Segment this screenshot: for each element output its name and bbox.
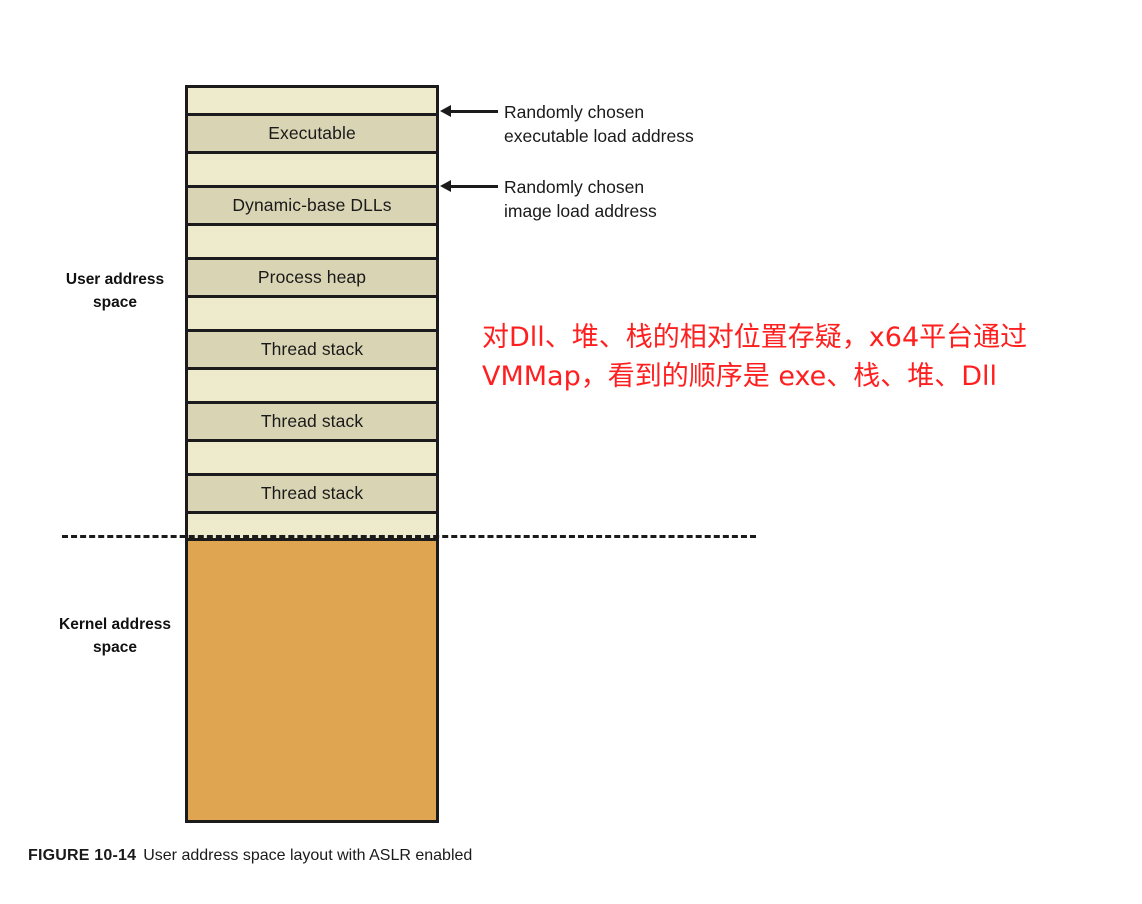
memory-band-gap [188, 88, 436, 113]
user-address-space-label: User address space [65, 271, 165, 311]
memory-band-gap [188, 154, 436, 185]
memory-band-label: Thread stack [260, 411, 364, 431]
callout-text: Randomly chosen image load address [504, 177, 657, 221]
memory-band-thread-stack: Thread stack [188, 473, 436, 514]
memory-band-process-heap: Process heap [188, 257, 436, 298]
memory-band-gap [188, 226, 436, 257]
user-kernel-boundary-line [62, 535, 756, 538]
callout-image-load-address: Randomly chosen image load address [440, 175, 657, 223]
address-space-diagram: Executable Dynamic-base DLLs Process hea… [185, 85, 439, 823]
memory-band-label: Executable [268, 123, 356, 143]
memory-band-gap [188, 298, 436, 329]
memory-band-label: Dynamic-base DLLs [232, 195, 392, 215]
memory-band-gap [188, 442, 436, 473]
memory-band-kernel-space [188, 538, 436, 820]
left-arrow-icon [440, 177, 498, 195]
memory-band-label: Thread stack [260, 339, 364, 359]
kernel-address-space-label: Kernel address space [59, 616, 171, 656]
memory-band-gap [188, 370, 436, 401]
callout-text: Randomly chosen executable load address [504, 102, 694, 146]
memory-band-label: Thread stack [260, 483, 364, 503]
memory-band-label: Process heap [257, 267, 367, 287]
memory-band-thread-stack: Thread stack [188, 401, 436, 442]
callout-executable-load-address: Randomly chosen executable load address [440, 100, 694, 148]
figure-caption-text: User address space layout with ASLR enab… [143, 847, 473, 864]
figure-caption-number: FIGURE 10-14 [28, 847, 137, 864]
memory-band-thread-stack: Thread stack [188, 329, 436, 370]
memory-band-executable: Executable [188, 113, 436, 154]
red-annotation-note: 对Dll、堆、栈的相对位置存疑，x64平台通过 VMMap，看到的顺序是 exe… [482, 322, 1028, 392]
memory-band-dynamic-base-dlls: Dynamic-base DLLs [188, 185, 436, 226]
left-arrow-icon [440, 102, 498, 120]
figure-caption: FIGURE 10-14 User address space layout wi… [28, 847, 472, 865]
